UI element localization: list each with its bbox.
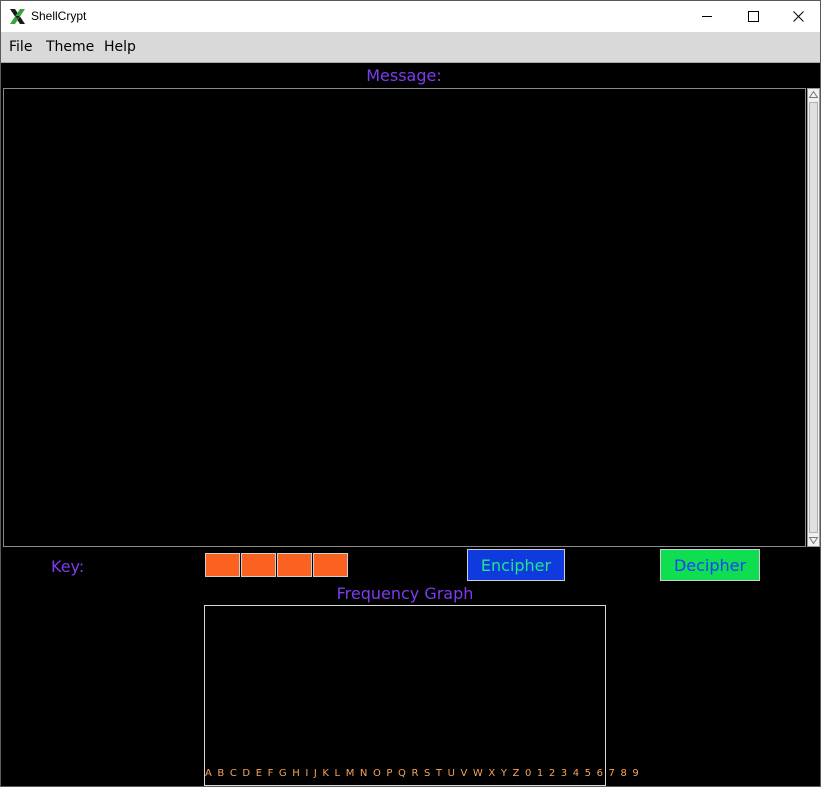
close-icon: [792, 11, 804, 22]
key-slot[interactable]: [241, 553, 276, 577]
title-bar[interactable]: ShellCrypt: [1, 1, 820, 32]
message-scrollbar[interactable]: [807, 88, 820, 547]
x-logo-icon: [10, 9, 25, 24]
frequency-graph: A B C D E F G H I J K L M N O P Q R S T …: [204, 605, 640, 786]
frequency-axis-labels: A B C D E F G H I J K L M N O P Q R S T …: [205, 768, 640, 779]
minimize-icon: [701, 16, 712, 17]
minimize-button[interactable]: [684, 1, 730, 32]
triangle-up-icon: [809, 91, 818, 98]
key-input-group: [205, 553, 349, 577]
decipher-button[interactable]: Decipher: [660, 549, 760, 581]
triangle-down-icon: [809, 537, 818, 544]
scroll-down-button[interactable]: [808, 535, 819, 546]
menu-help[interactable]: Help: [104, 39, 136, 55]
menu-bar: File Theme Help: [1, 32, 820, 63]
encipher-button[interactable]: Encipher: [467, 549, 565, 581]
key-slot[interactable]: [313, 553, 348, 577]
maximize-button[interactable]: [730, 1, 776, 32]
message-textarea[interactable]: [3, 88, 806, 547]
scroll-up-button[interactable]: [808, 89, 819, 100]
window-title: ShellCrypt: [31, 9, 87, 23]
key-slot[interactable]: [277, 553, 312, 577]
menu-theme[interactable]: Theme: [46, 39, 94, 55]
scroll-thumb[interactable]: [809, 102, 818, 533]
close-button[interactable]: [775, 1, 821, 32]
frequency-graph-title: Frequency Graph: [336, 584, 474, 603]
maximize-icon: [747, 11, 759, 22]
key-label: Key:: [51, 557, 85, 576]
message-label: Message:: [366, 66, 442, 85]
menu-file[interactable]: File: [9, 39, 32, 55]
app-window: ShellCrypt File Theme Help Message: Key:: [0, 0, 821, 787]
key-slot[interactable]: [205, 553, 240, 577]
